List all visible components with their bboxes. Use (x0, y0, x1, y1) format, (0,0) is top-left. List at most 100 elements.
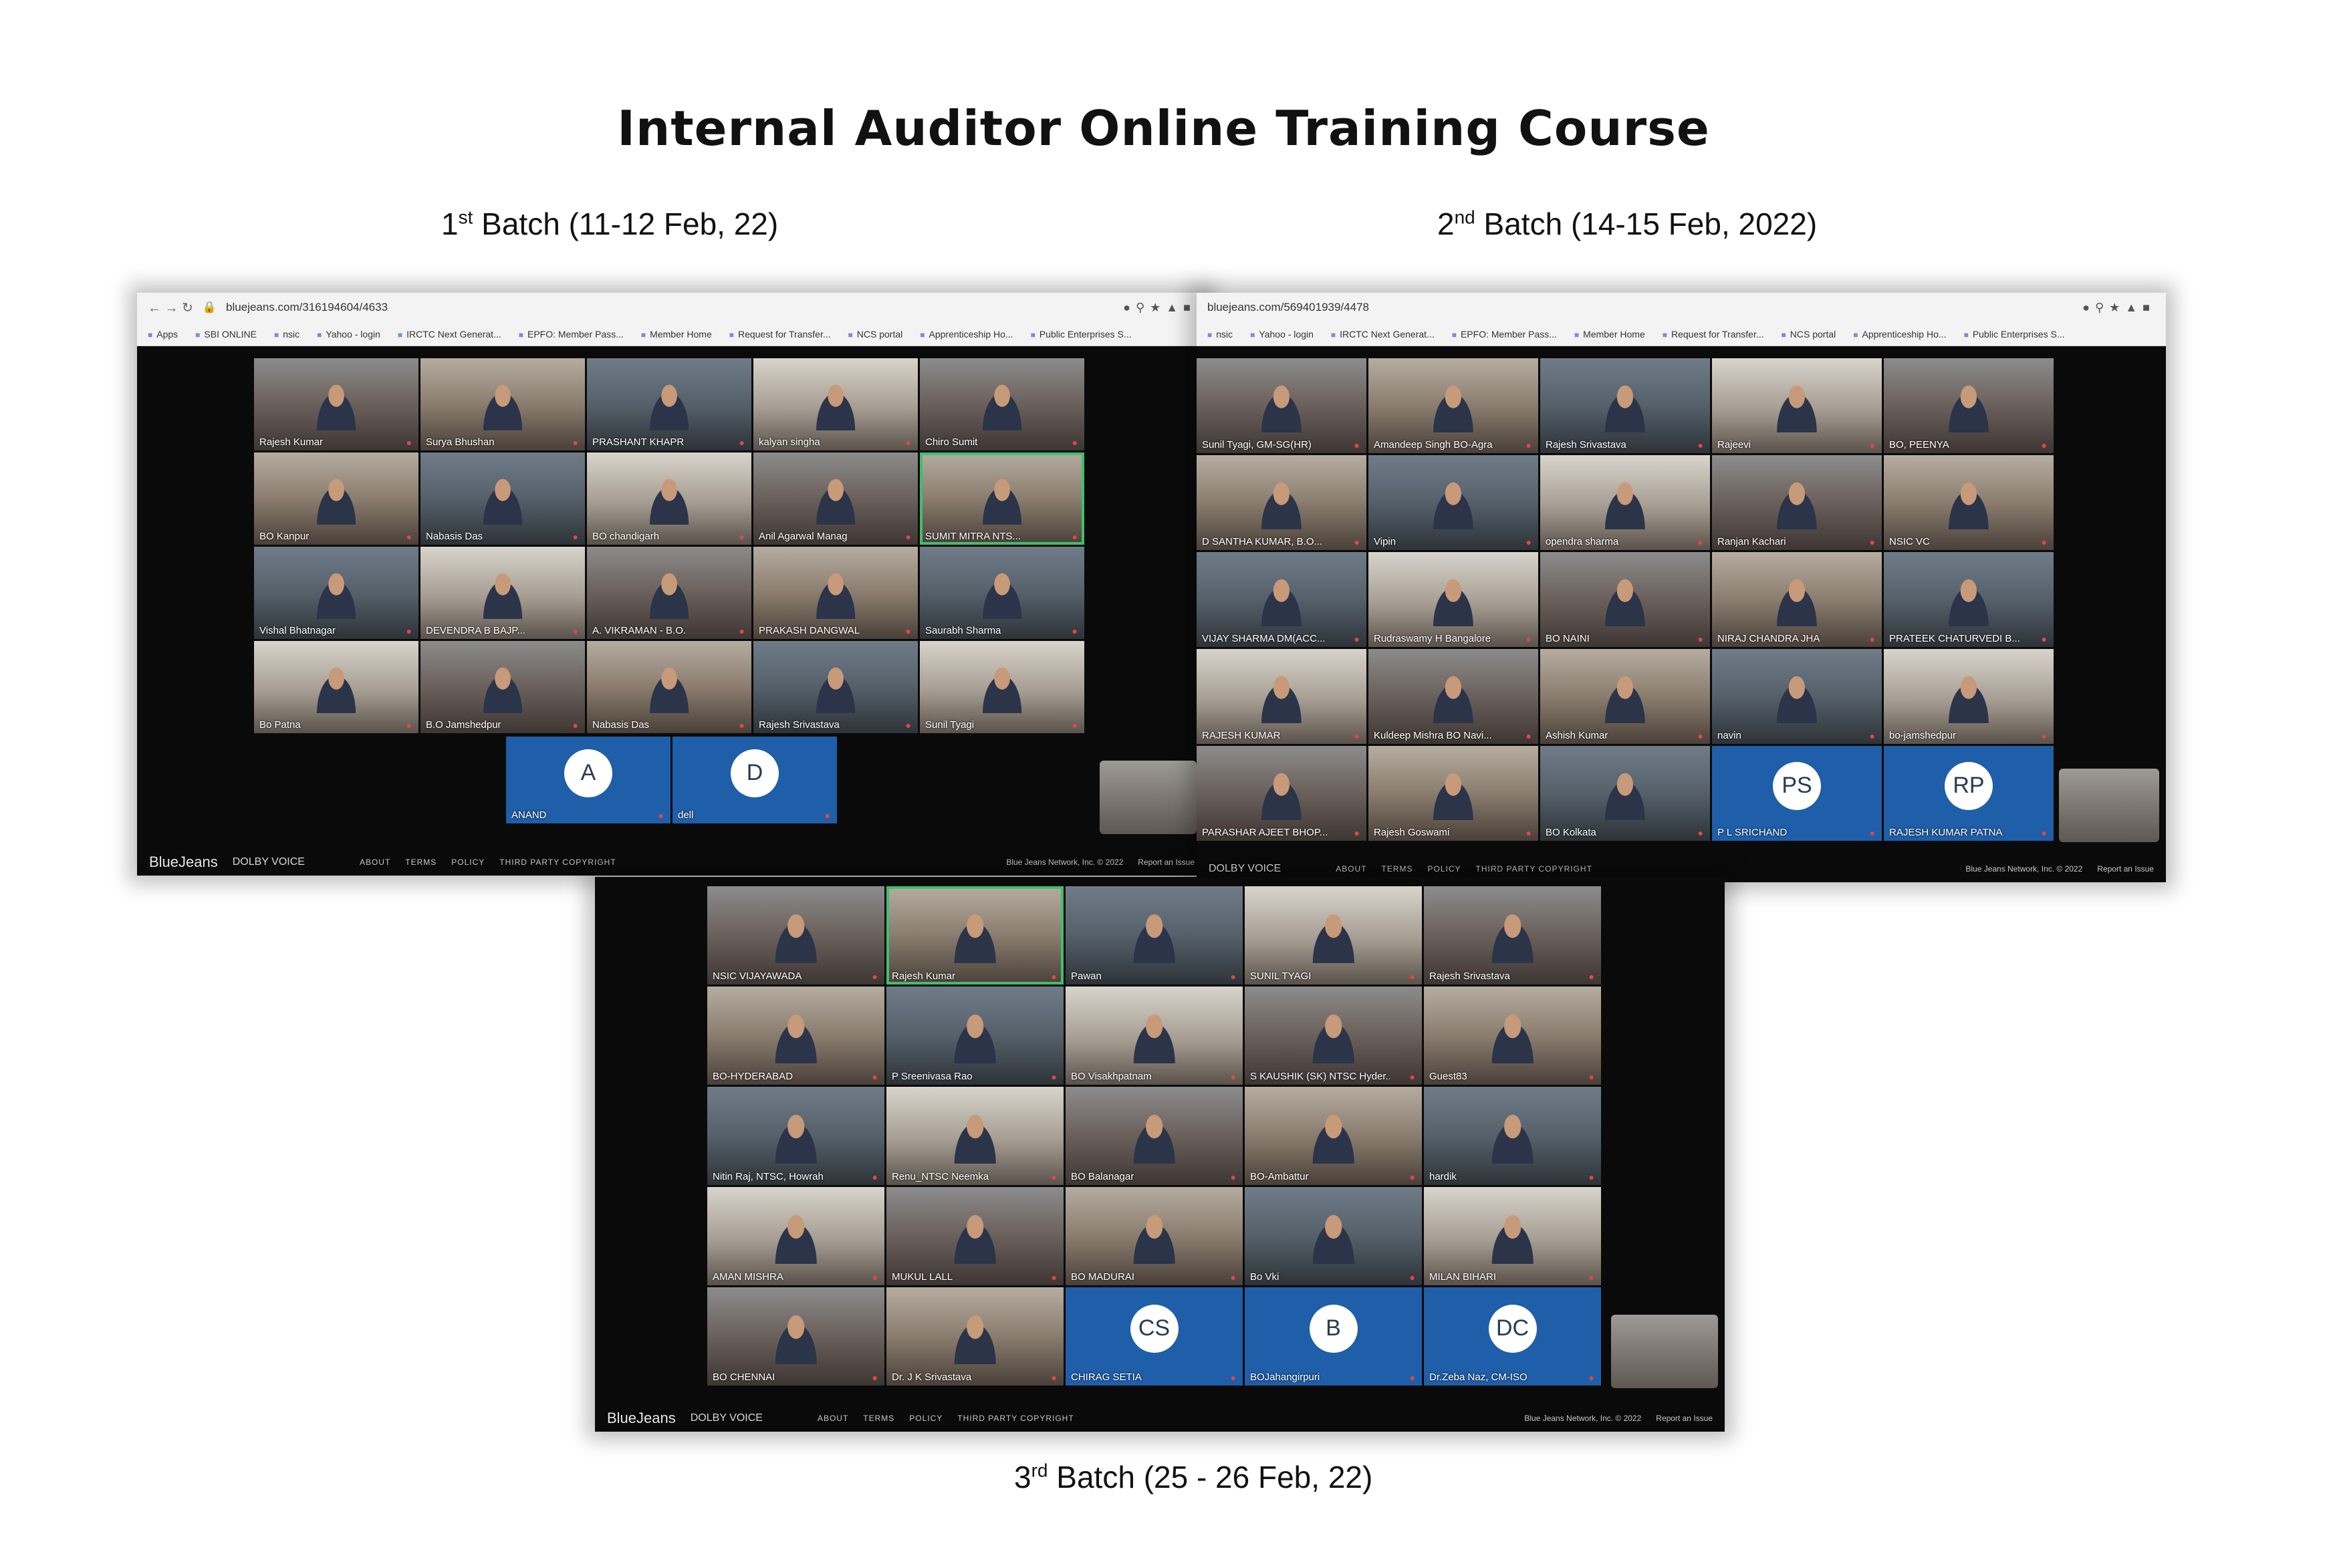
bookmark-item[interactable]: SBI ONLINE (195, 329, 257, 340)
participant-avatar-tile[interactable]: RP RAJESH KUMAR PATNA ● (1884, 746, 2054, 841)
participant-tile[interactable]: SUMIT MITRA NTS... ● (920, 452, 1084, 545)
participant-tile[interactable]: Renu_NTSC Neemka ● (886, 1087, 1064, 1185)
participant-tile[interactable]: Rajeevi ● (1712, 358, 1882, 453)
participant-tile[interactable]: Surya Bhushan ● (420, 358, 585, 450)
bookmark-item[interactable]: Request for Transfer... (729, 329, 831, 340)
participant-tile[interactable]: Anil Agarwal Manag ● (753, 452, 918, 545)
participant-tile[interactable]: SUNIL TYAGI ● (1245, 886, 1422, 985)
participant-tile[interactable]: Amandeep Singh BO-Agra ● (1368, 358, 1538, 453)
participant-tile[interactable]: navin ● (1712, 649, 1882, 744)
participant-tile[interactable]: bo-jamshedpur ● (1884, 649, 2054, 744)
bookmark-item[interactable]: Apprenticeship Ho... (1853, 329, 1946, 340)
footer-link-terms[interactable]: TERMS (1382, 864, 1413, 874)
participant-tile[interactable]: Dr. J K Srivastava ● (886, 1287, 1064, 1386)
participant-tile[interactable]: Chiro Sumit ● (920, 358, 1084, 450)
participant-tile[interactable]: B.O Jamshedpur ● (420, 641, 585, 733)
participant-tile[interactable]: Rajesh Srivastava ● (1540, 358, 1710, 453)
bookmark-item[interactable]: nsic (1207, 329, 1233, 340)
participant-tile[interactable]: D SANTHA KUMAR, B.O... ● (1197, 455, 1366, 550)
bookmark-item[interactable]: Member Home (641, 329, 712, 340)
participant-tile[interactable]: Rajesh Srivastava ● (753, 641, 918, 733)
footer-link-about[interactable]: ABOUT (818, 1414, 848, 1423)
participant-avatar-tile[interactable]: DC Dr.Zeba Naz, CM-ISO ● (1424, 1287, 1601, 1386)
bookmark-item[interactable]: nsic (274, 329, 299, 340)
participant-tile[interactable]: Nabasis Das ● (587, 641, 751, 733)
participant-tile[interactable]: Bo Patna ● (254, 641, 418, 733)
back-forward-reload-icons[interactable]: ← → ↻ (148, 299, 193, 316)
participant-tile[interactable]: BO CHENNAI ● (707, 1287, 884, 1386)
bookmark-item[interactable]: IRCTC Next Generat... (1331, 329, 1435, 340)
participant-tile[interactable]: BO Visakhpatnam ● (1066, 987, 1243, 1085)
bookmark-item[interactable]: NCS portal (1782, 329, 1836, 340)
bookmark-item[interactable]: Request for Transfer... (1663, 329, 1764, 340)
report-issue-link[interactable]: Report an Issue (1138, 858, 1195, 867)
bookmark-item[interactable]: Yahoo - login (1250, 329, 1313, 340)
participant-tile[interactable]: A. VIKRAMAN - B.O. ● (587, 547, 751, 639)
participant-tile[interactable]: BO Kanpur ● (254, 452, 418, 545)
participant-tile[interactable]: Saurabh Sharma ● (920, 547, 1084, 639)
participant-tile[interactable]: NIRAJ CHANDRA JHA ● (1712, 552, 1882, 647)
participant-tile[interactable]: Nabasis Das ● (420, 452, 585, 545)
footer-link-terms[interactable]: TERMS (405, 858, 437, 867)
participant-tile[interactable]: NSIC VC ● (1884, 455, 2054, 550)
report-issue-link[interactable]: Report an Issue (1656, 1414, 1713, 1423)
participant-tile[interactable]: BO, PEENYA ● (1884, 358, 2054, 453)
participant-avatar-tile[interactable]: A ANAND ● (506, 737, 670, 823)
participant-tile[interactable]: BO NAINI ● (1540, 552, 1710, 647)
participant-tile[interactable]: hardik ● (1424, 1087, 1601, 1185)
url-field[interactable]: bluejeans.com/316194604/4633 (226, 301, 1114, 314)
participant-tile[interactable]: AMAN MISHRA ● (707, 1187, 884, 1285)
participant-tile[interactable]: Sunil Tyagi ● (920, 641, 1084, 733)
participant-tile[interactable]: BO Kolkata ● (1540, 746, 1710, 841)
footer-link-policy[interactable]: POLICY (451, 858, 485, 867)
participant-tile[interactable]: BO chandigarh ● (587, 452, 751, 545)
footer-link-copyright[interactable]: THIRD PARTY COPYRIGHT (1476, 864, 1592, 874)
participant-tile[interactable]: MUKUL LALL ● (886, 1187, 1064, 1285)
footer-link-policy[interactable]: POLICY (1428, 864, 1461, 874)
participant-tile[interactable]: PARASHAR AJEET BHOP... ● (1197, 746, 1366, 841)
participant-tile[interactable]: PRAKASH DANGWAL ● (753, 547, 918, 639)
participant-tile[interactable]: BO Balanagar ● (1066, 1087, 1243, 1185)
bookmark-item[interactable]: Member Home (1574, 329, 1645, 340)
participant-tile[interactable]: PRASHANT KHAPR ● (587, 358, 751, 450)
footer-link-copyright[interactable]: THIRD PARTY COPYRIGHT (957, 1414, 1074, 1423)
footer-link-about[interactable]: ABOUT (1336, 864, 1366, 874)
bookmark-item[interactable]: Public Enterprises S... (1031, 329, 1132, 340)
participant-tile[interactable]: Pawan ● (1066, 886, 1243, 985)
toolbar-icons[interactable]: ●⚲★▲■ (2082, 301, 2155, 315)
bookmark-item[interactable]: Yahoo - login (317, 329, 380, 340)
participant-avatar-tile[interactable]: Ddell ● (672, 737, 837, 823)
participant-avatar-tile[interactable]: B BOJahangirpuri ● (1245, 1287, 1422, 1386)
report-issue-link[interactable]: Report an Issue (2097, 864, 2154, 874)
participant-tile[interactable]: kalyan singha ● (753, 358, 918, 450)
participant-tile[interactable]: Rajesh Srivastava ● (1424, 886, 1601, 985)
participant-tile[interactable]: opendra sharma ● (1540, 455, 1710, 550)
participant-tile[interactable]: BO MADURAI ● (1066, 1187, 1243, 1285)
participant-tile[interactable]: Kuldeep Mishra BO Navi... ● (1368, 649, 1538, 744)
bookmark-item[interactable]: EPFO: Member Pass... (519, 329, 624, 340)
participant-tile[interactable]: Sunil Tyagi, GM-SG(HR) ● (1197, 358, 1366, 453)
url-field[interactable]: bluejeans.com/569401939/4478 (1207, 301, 2073, 314)
participant-tile[interactable]: Rajesh Goswami ● (1368, 746, 1538, 841)
participant-tile[interactable]: NSIC VIJAYAWADA ● (707, 886, 884, 985)
participant-tile[interactable]: VIJAY SHARMA DM(ACC... ● (1197, 552, 1366, 647)
footer-link-about[interactable]: ABOUT (360, 858, 390, 867)
participant-tile[interactable]: DEVENDRA B BAJP... ● (420, 547, 585, 639)
footer-link-copyright[interactable]: THIRD PARTY COPYRIGHT (499, 858, 616, 867)
participant-tile[interactable]: PRATEEK CHATURVEDI B... ● (1884, 552, 2054, 647)
participant-tile[interactable]: Guest83 ● (1424, 987, 1601, 1085)
participant-tile[interactable]: Ashish Kumar ● (1540, 649, 1710, 744)
participant-tile[interactable]: Vishal Bhatnagar ● (254, 547, 418, 639)
participant-tile[interactable]: P Sreenivasa Rao ● (886, 987, 1064, 1085)
participant-tile[interactable]: Rudraswamy H Bangalore ● (1368, 552, 1538, 647)
bookmark-item[interactable]: Apps (148, 329, 178, 340)
participant-tile[interactable]: Bo Vki ● (1245, 1187, 1422, 1285)
participant-tile[interactable]: MILAN BIHARI ● (1424, 1187, 1601, 1285)
participant-avatar-tile[interactable]: PS P L SRICHAND ● (1712, 746, 1882, 841)
participant-tile[interactable]: S KAUSHIK (SK) NTSC Hyder... ● (1245, 987, 1422, 1085)
participant-tile[interactable]: Nitin Raj, NTSC, Howrah ● (707, 1087, 884, 1185)
bookmark-item[interactable]: NCS portal (848, 329, 902, 340)
bookmark-item[interactable]: IRCTC Next Generat... (398, 329, 501, 340)
participant-tile[interactable]: RAJESH KUMAR ● (1197, 649, 1366, 744)
toolbar-icons[interactable]: ●⚲★▲■ (1123, 301, 1196, 315)
